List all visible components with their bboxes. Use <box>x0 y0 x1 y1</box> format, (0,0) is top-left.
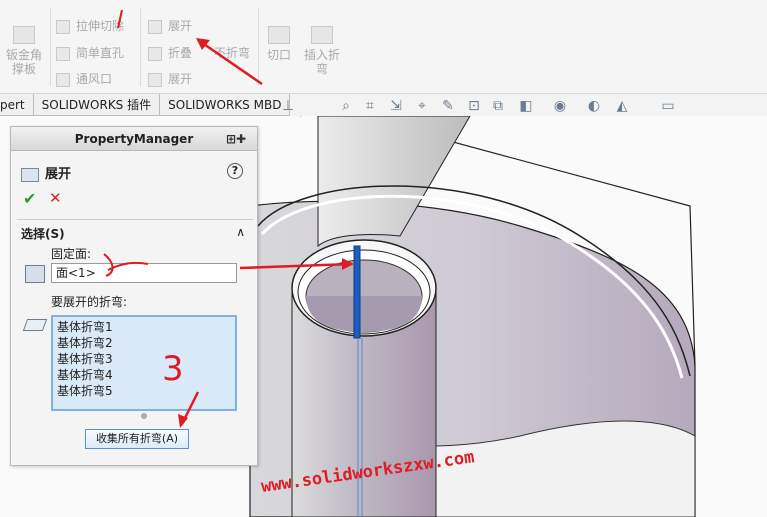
annotation-arrow-unfold <box>197 38 263 86</box>
watermark-text: www.solidworkszxw.com <box>260 447 476 497</box>
annotation-arrowhead <box>342 258 354 270</box>
annotation-number: 3 <box>162 349 184 389</box>
annotation-mark-2 <box>103 253 149 277</box>
annotation-arrow-face <box>239 262 353 270</box>
annotation-stroke <box>117 9 123 29</box>
annotation-overlay: 3 www.solidworkszxw.com <box>103 9 476 497</box>
